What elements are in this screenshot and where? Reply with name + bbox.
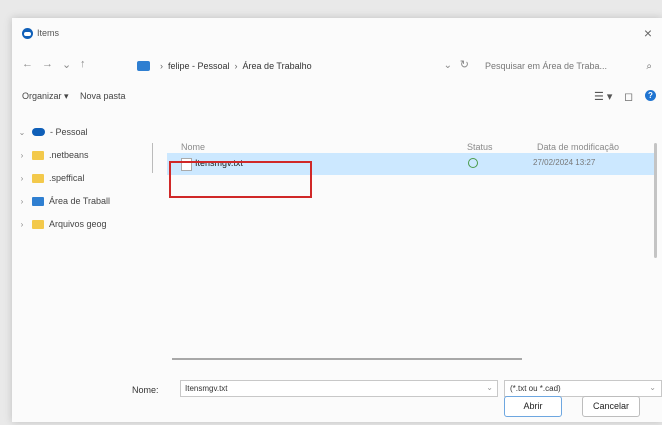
view-options-icon[interactable]: ☰ ▾ — [594, 90, 612, 103]
app-icon — [22, 28, 33, 39]
breadcrumb-pessoal[interactable]: felipe - Pessoal — [168, 61, 230, 71]
sidebar-item-area-de-trabalho[interactable]: › Área de Traball — [12, 190, 147, 212]
refresh-icon[interactable]: ↻ — [460, 58, 469, 71]
close-icon[interactable]: × — [644, 25, 652, 41]
search-input[interactable]: Pesquisar em Área de Traba... ⌕ — [482, 56, 652, 76]
preview-pane-icon[interactable]: ◻ — [624, 90, 633, 103]
column-header-status[interactable]: Status — [467, 142, 493, 152]
command-bar: Organizar ▾ Nova pasta ☰ ▾ ◻ ? — [12, 86, 662, 110]
filename-input[interactable]: Itensmgv.txt ⌄ — [180, 380, 498, 397]
file-name: Itensmgv.txt — [195, 158, 243, 168]
recent-locations-icon[interactable]: ⌄ — [62, 58, 71, 71]
folder-icon — [32, 219, 44, 229]
filename-value: Itensmgv.txt — [185, 384, 228, 393]
search-icon: ⌕ — [646, 60, 652, 72]
column-header-name[interactable]: Nome — [181, 142, 205, 152]
sidebar-item-netbeans[interactable]: › .netbeans — [12, 144, 147, 166]
cloud-icon — [32, 128, 45, 136]
horizontal-scrollbar[interactable] — [172, 358, 522, 360]
filename-label: Nome: — [132, 385, 159, 395]
chevron-right-icon[interactable]: › — [16, 174, 28, 183]
sidebar-item-speffical[interactable]: › .speffical — [12, 167, 147, 189]
folder-icon — [32, 150, 44, 160]
open-file-dialog: Items × ← → ⌄ ↑ › felipe - Pessoal › Áre… — [12, 18, 662, 422]
sidebar-item-label: - Pessoal — [50, 127, 88, 137]
navigation-bar: ← → ⌄ ↑ › felipe - Pessoal › Área de Tra… — [12, 52, 662, 80]
sidebar-item-pessoal[interactable]: ⌄ - Pessoal — [12, 121, 147, 143]
up-icon[interactable]: ↑ — [80, 58, 86, 70]
address-bar[interactable]: › felipe - Pessoal › Área de Trabalho ⌄ … — [137, 56, 472, 76]
chevron-right-icon[interactable]: › — [16, 151, 28, 160]
folder-icon — [32, 173, 44, 183]
file-modified-date: 27/02/2024 13:27 — [533, 158, 596, 167]
sidebar-item-label: .netbeans — [49, 150, 89, 160]
sidebar-item-arquivos[interactable]: › Arquivos geog — [12, 213, 147, 235]
open-button[interactable]: Abrir — [504, 396, 562, 417]
chevron-right-icon[interactable]: › — [16, 197, 28, 206]
file-type-value: (*.txt ou *.cad) — [510, 384, 561, 393]
new-folder-button[interactable]: Nova pasta — [80, 91, 126, 101]
breadcrumb-separator-icon: › — [160, 61, 163, 71]
chevron-down-icon[interactable]: ⌄ — [649, 383, 656, 392]
cancel-button[interactable]: Cancelar — [582, 396, 640, 417]
navigation-pane: ⌄ - Pessoal › .netbeans › .speffical › Á… — [12, 110, 147, 360]
title-bar: Items × — [12, 18, 662, 48]
forward-icon[interactable]: → — [42, 58, 53, 70]
pane-splitter[interactable] — [152, 143, 153, 173]
vertical-scrollbar[interactable] — [654, 143, 657, 258]
back-icon[interactable]: ← — [22, 58, 33, 70]
sidebar-item-label: Arquivos geog — [49, 219, 107, 229]
chevron-down-icon[interactable]: ⌄ — [16, 128, 28, 137]
chevron-down-icon[interactable]: ⌄ — [486, 383, 493, 392]
file-row[interactable]: Itensmgv.txt 27/02/2024 13:27 — [167, 153, 655, 175]
search-placeholder: Pesquisar em Área de Traba... — [485, 61, 608, 71]
sidebar-item-label: .speffical — [49, 173, 85, 183]
column-header-modified[interactable]: Data de modificação — [537, 142, 619, 152]
chevron-right-icon[interactable]: › — [16, 220, 28, 229]
breadcrumb-separator-icon: › — [234, 61, 238, 71]
breadcrumb-area-de-trabalho[interactable]: Área de Trabalho — [243, 61, 312, 71]
organize-button[interactable]: Organizar ▾ — [22, 91, 69, 102]
address-dropdown-icon[interactable]: ⌄ — [444, 60, 452, 71]
desktop-folder-icon — [32, 196, 44, 206]
text-file-icon — [181, 158, 192, 171]
help-icon[interactable]: ? — [645, 90, 656, 101]
sync-status-icon — [468, 158, 478, 168]
file-type-select[interactable]: (*.txt ou *.cad) ⌄ — [504, 380, 662, 397]
desktop-folder-icon — [137, 61, 150, 71]
window-title: Items — [37, 28, 60, 38]
sidebar-item-label: Área de Traball — [49, 196, 111, 206]
